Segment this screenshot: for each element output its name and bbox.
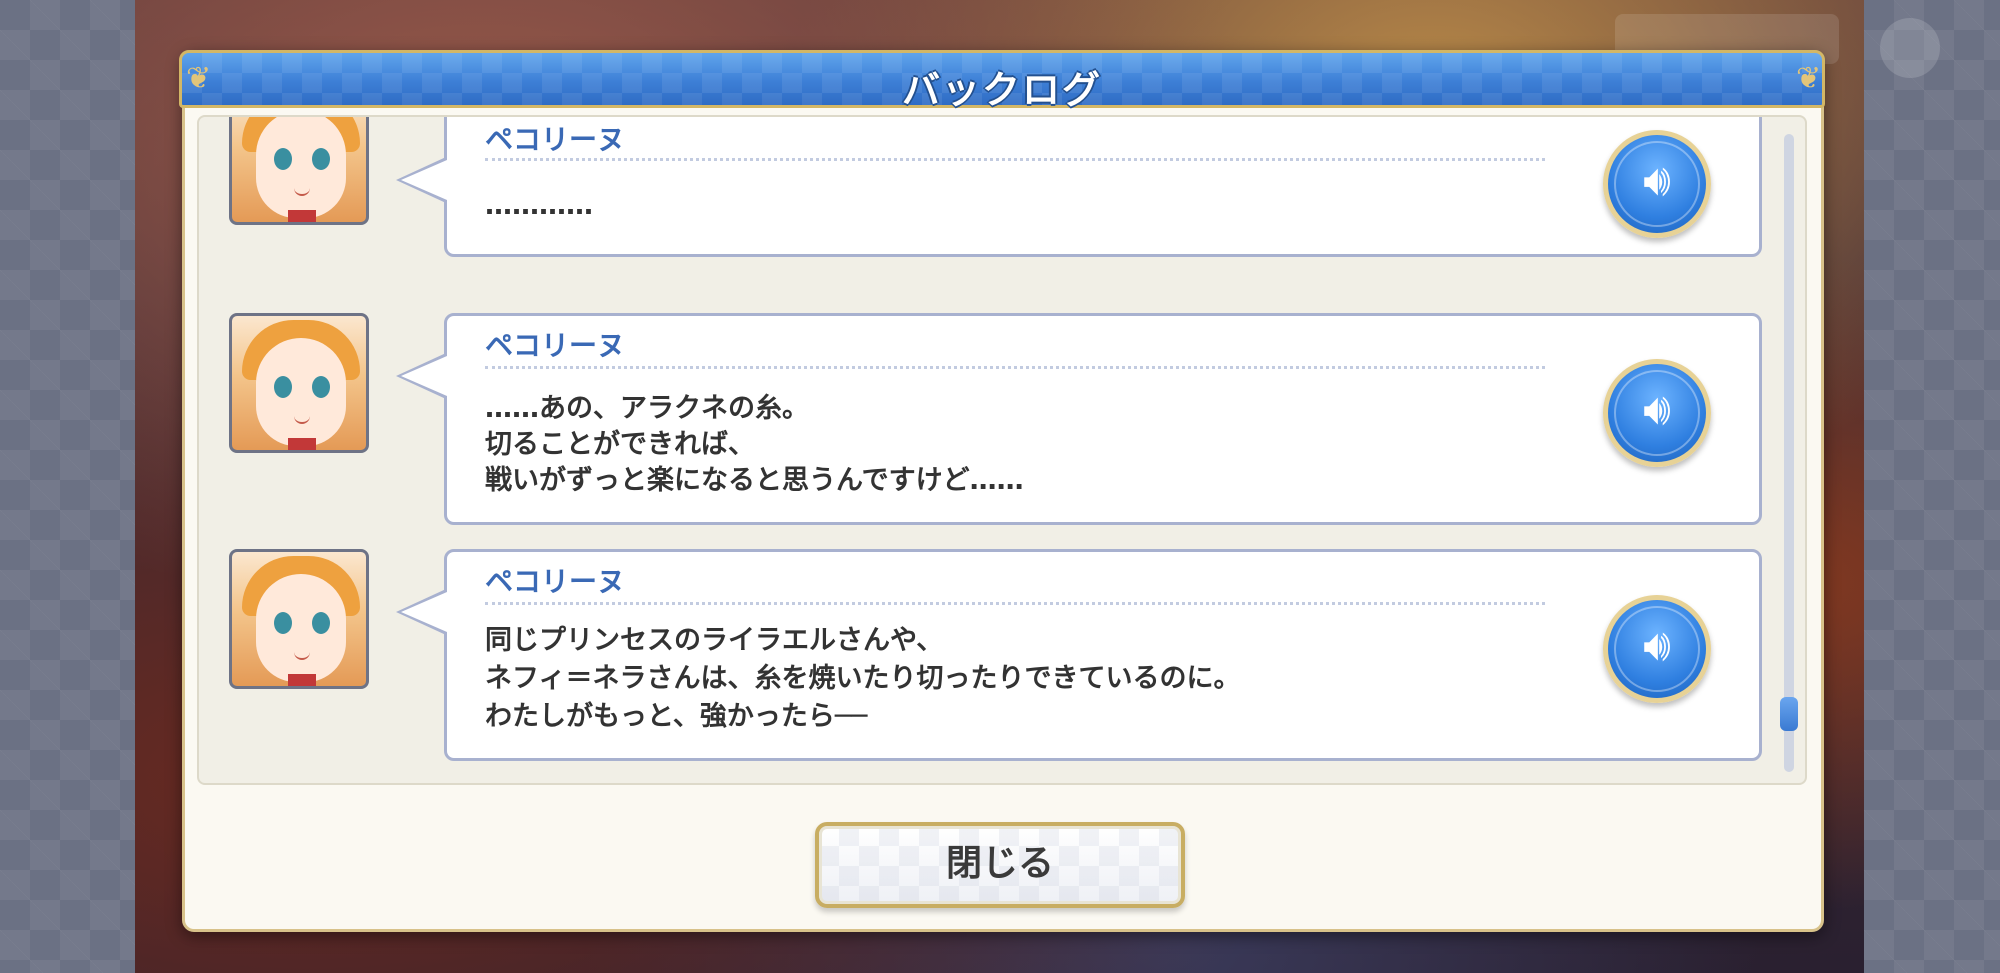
speaker-name: ペコリーヌ	[485, 565, 626, 598]
backlog-entry: ペコリーヌ ………… 🔊︎	[199, 117, 1762, 257]
speech-bubble: ペコリーヌ ………… 🔊︎	[396, 117, 1762, 257]
backlog-entry: ペコリーヌ 同じプリンセスのライラエルさんや、 ネフィ＝ネラさんは、糸を焼いたり…	[199, 549, 1762, 761]
speech-bubble: ペコリーヌ 同じプリンセスのライラエルさんや、 ネフィ＝ネラさんは、糸を焼いたり…	[396, 549, 1762, 761]
dialogue-line: 戦いがずっと楽になると思うんですけど……	[485, 465, 1024, 496]
dialogue-line: 切ることができれば、	[485, 429, 755, 460]
speaker-volume-icon: 🔊︎	[1643, 620, 1671, 671]
speaker-name: ペコリーヌ	[485, 123, 626, 156]
avatar	[229, 117, 369, 225]
close-button[interactable]: 閉じる	[815, 822, 1185, 908]
scrollbar-track[interactable]	[1784, 134, 1794, 772]
right-side-pattern	[1864, 0, 2000, 973]
scene-round-button	[1880, 18, 1940, 78]
left-side-pattern	[0, 0, 135, 973]
voice-replay-button[interactable]: 🔊︎	[1603, 130, 1711, 238]
backlog-entry: ペコリーヌ ……あの、アラクネの糸。 切ることができれば、 戦いがずっと楽になる…	[199, 313, 1762, 525]
dialogue-line: 同じプリンセスのライラエルさんや、	[485, 625, 944, 656]
avatar	[229, 313, 369, 453]
speaker-volume-icon: 🔊︎	[1643, 155, 1671, 206]
dialogue-line: ……あの、アラクネの糸。	[485, 393, 809, 424]
dialogue-line: わたしがもっと、強かったら──	[485, 701, 868, 732]
voice-replay-button[interactable]: 🔊︎	[1603, 595, 1711, 703]
dialog-header: ❦ バックログ ❦	[179, 50, 1825, 112]
dialogue-line: …………	[485, 190, 593, 221]
speech-bubble: ペコリーヌ ……あの、アラクネの糸。 切ることができれば、 戦いがずっと楽になる…	[396, 313, 1762, 525]
avatar	[229, 549, 369, 689]
dialog-title: バックログ	[901, 68, 1102, 112]
speaker-name: ペコリーヌ	[485, 329, 626, 362]
ornament-right-icon: ❦	[1796, 61, 1822, 96]
backlog-list[interactable]: ペコリーヌ ………… 🔊︎ ペコリーヌ ……あの、アラクネの糸。 切ることができ…	[197, 115, 1807, 785]
speaker-volume-icon: 🔊︎	[1643, 384, 1671, 435]
voice-replay-button[interactable]: 🔊︎	[1603, 359, 1711, 467]
backlog-dialog: ❦ バックログ ❦ ペコリーヌ ………… 🔊︎ ペコリーヌ ……あの、アラクネの…	[179, 50, 1825, 932]
dialogue-line: ネフィ＝ネラさんは、糸を焼いたり切ったりできているのに。	[485, 663, 1241, 694]
scrollbar-thumb[interactable]	[1780, 697, 1798, 731]
